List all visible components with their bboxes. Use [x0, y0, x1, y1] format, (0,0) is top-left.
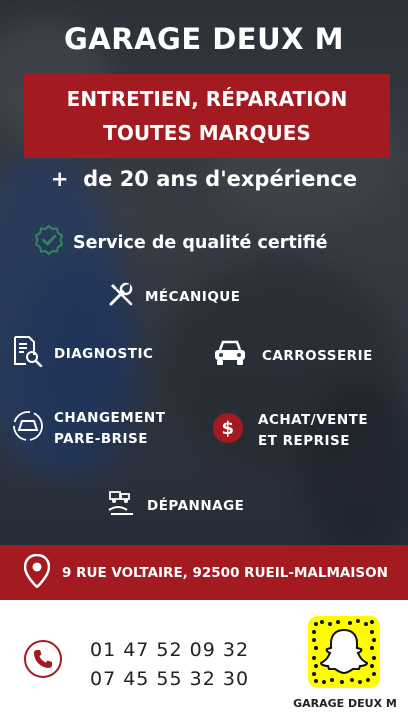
service-label: CARROSSERIE: [262, 348, 373, 364]
quality-label: Service de qualité certifié: [73, 232, 328, 253]
banner-line-2: TOUTES MARQUES: [103, 121, 311, 145]
svg-text:$: $: [221, 418, 234, 439]
service-depannage: DÉPANNAGE: [107, 488, 244, 525]
car-icon: [212, 338, 248, 375]
service-label: ACHAT/VENTE ET REPRISE: [258, 410, 368, 452]
service-label-line-1: ACHAT/VENTE: [258, 412, 369, 428]
service-label: CHANGEMENT PARE-BRISE: [54, 408, 165, 450]
quality-statement: Service de qualité certifié: [33, 224, 328, 261]
services-banner: ENTRETIEN, RÉPARATION TOUTES MARQUES: [24, 74, 390, 158]
service-label: DIAGNOSTIC: [54, 346, 154, 362]
wrench-screwdriver-icon: [107, 280, 135, 315]
service-label-line-1: CHANGEMENT: [54, 410, 166, 426]
experience-text: + de 20 ans d'expérience: [0, 167, 408, 191]
snapchat-label: GARAGE DEUX M: [293, 697, 397, 710]
service-pare-brise: CHANGEMENT PARE-BRISE: [12, 408, 165, 450]
address-bar: 9 RUE VOLTAIRE, 92500 RUEIL-MALMAISON: [0, 545, 408, 600]
phone-number-2[interactable]: 07 45 55 32 30: [90, 665, 249, 694]
windshield-icon: [12, 410, 44, 449]
service-carrosserie: CARROSSERIE: [212, 338, 373, 375]
service-label-line-2: PARE-BRISE: [54, 431, 148, 447]
phone-icon: [24, 640, 62, 678]
service-mecanique: MÉCANIQUE: [107, 280, 241, 315]
verified-badge-icon: [33, 224, 65, 261]
service-label: DÉPANNAGE: [147, 498, 245, 514]
document-search-icon: [12, 335, 44, 374]
tow-truck-icon: [107, 488, 137, 525]
phone-number-1[interactable]: 01 47 52 09 32: [90, 636, 249, 665]
service-label: MÉCANIQUE: [145, 289, 241, 305]
snapchat-code-icon[interactable]: [308, 616, 380, 688]
phone-numbers: 01 47 52 09 32 07 45 55 32 30: [90, 636, 249, 694]
service-diagnostic: DIAGNOSTIC: [12, 335, 153, 374]
map-pin-icon: [23, 553, 51, 592]
address-text: 9 RUE VOLTAIRE, 92500 RUEIL-MALMAISON: [62, 564, 388, 581]
page-title: GARAGE DEUX M: [64, 22, 344, 56]
dollar-icon: $: [212, 412, 244, 451]
banner-line-1: ENTRETIEN, RÉPARATION: [66, 87, 348, 111]
experience-label: de 20 ans d'expérience: [83, 167, 358, 191]
plus-sign: +: [50, 167, 69, 191]
service-label-line-2: ET REPRISE: [258, 433, 351, 449]
service-achat-vente: $ ACHAT/VENTE ET REPRISE: [212, 410, 368, 452]
